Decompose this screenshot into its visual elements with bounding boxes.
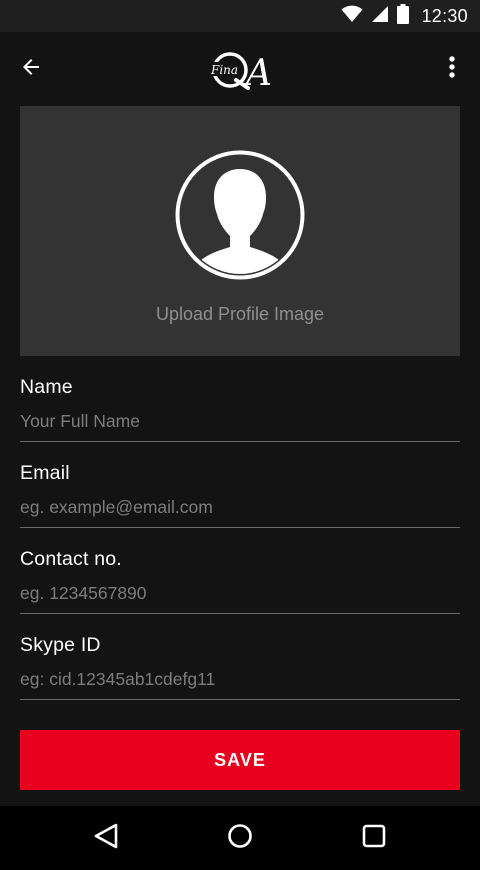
- status-bar: 12:30: [0, 0, 480, 32]
- contact-input[interactable]: [20, 580, 460, 614]
- contact-label: Contact no.: [20, 548, 122, 570]
- upload-profile-image-panel[interactable]: Upload Profile Image: [20, 106, 460, 356]
- email-label: Email: [20, 462, 70, 484]
- back-button[interactable]: [16, 54, 46, 84]
- app-bar: Fina A: [0, 32, 480, 106]
- home-circle-icon: [227, 823, 253, 854]
- status-icons: 12:30: [341, 0, 468, 32]
- save-button[interactable]: SAVE: [20, 730, 460, 790]
- name-label: Name: [20, 376, 73, 398]
- nav-back-button[interactable]: [90, 822, 122, 854]
- skype-field: Skype ID: [20, 634, 460, 720]
- wifi-icon: [341, 5, 363, 28]
- overflow-menu-button[interactable]: [440, 54, 464, 84]
- app-logo: Fina A: [206, 46, 274, 94]
- contact-field: Contact no.: [20, 548, 460, 634]
- email-input[interactable]: [20, 494, 460, 528]
- email-field: Email: [20, 462, 460, 548]
- svg-text:A: A: [243, 53, 272, 92]
- battery-icon: [397, 3, 410, 29]
- nav-recents-button[interactable]: [358, 822, 390, 854]
- logo-script-text: Fina: [210, 63, 238, 77]
- skype-label: Skype ID: [20, 634, 101, 656]
- skype-input[interactable]: [20, 666, 460, 700]
- back-triangle-icon: [93, 822, 119, 855]
- system-nav-bar: [0, 806, 480, 870]
- upload-profile-image-label: Upload Profile Image: [155, 304, 325, 324]
- nav-home-button[interactable]: [224, 822, 256, 854]
- name-input[interactable]: [20, 408, 460, 442]
- recents-square-icon: [361, 823, 387, 854]
- person-silhouette-icon: [174, 149, 306, 281]
- status-time: 12:30: [421, 5, 468, 26]
- name-field: Name: [20, 376, 460, 462]
- arrow-left-icon: [19, 55, 43, 84]
- signal-icon: [371, 5, 389, 28]
- more-vert-icon: [448, 55, 456, 84]
